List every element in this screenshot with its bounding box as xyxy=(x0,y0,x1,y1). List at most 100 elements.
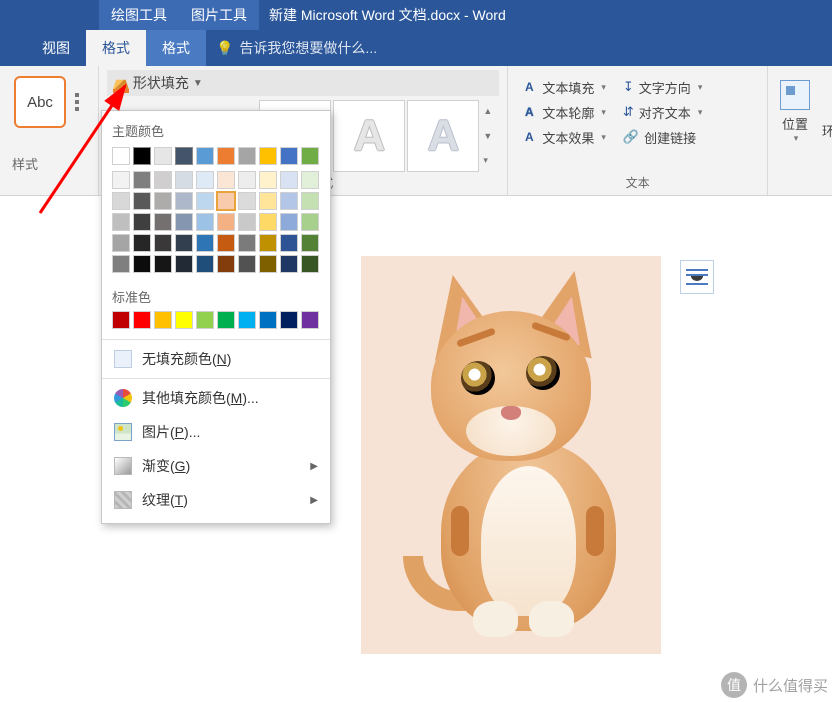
tab-format-drawing[interactable]: 格式 xyxy=(86,30,146,66)
theme-tint-swatch[interactable] xyxy=(217,171,235,189)
standard-colors-header: 标准色 xyxy=(108,279,324,309)
theme-tint-swatch[interactable] xyxy=(238,213,256,231)
theme-tint-swatch[interactable] xyxy=(301,213,319,231)
theme-tint-swatch[interactable] xyxy=(196,255,214,273)
theme-color-swatch[interactable] xyxy=(259,147,277,165)
theme-tint-swatch[interactable] xyxy=(238,234,256,252)
theme-color-swatch[interactable] xyxy=(280,147,298,165)
theme-tint-swatch[interactable] xyxy=(175,234,193,252)
theme-tint-swatch[interactable] xyxy=(280,234,298,252)
standard-color-swatch[interactable] xyxy=(154,311,172,329)
shape-style-thumbnail[interactable]: Abc xyxy=(14,76,66,128)
texture-fill-item[interactable]: 纹理(T) ▶ xyxy=(108,483,324,517)
wordart-gallery-scroll[interactable]: ▲▼▾ xyxy=(481,100,499,172)
create-link-button[interactable]: 🔗创建链接 xyxy=(623,126,702,148)
theme-tint-swatch[interactable] xyxy=(280,192,298,210)
theme-tint-swatch[interactable] xyxy=(175,255,193,273)
theme-tint-swatch[interactable] xyxy=(154,213,172,231)
more-fill-colors-item[interactable]: 其他填充颜色(M)... xyxy=(108,381,324,415)
theme-tint-swatch[interactable] xyxy=(217,213,235,231)
wordart-style-3[interactable]: A xyxy=(407,100,479,172)
standard-color-swatch[interactable] xyxy=(196,311,214,329)
standard-color-swatch[interactable] xyxy=(112,311,130,329)
theme-tint-swatch[interactable] xyxy=(259,171,277,189)
theme-tint-swatch[interactable] xyxy=(154,234,172,252)
theme-tint-swatch[interactable] xyxy=(112,192,130,210)
theme-tint-swatch[interactable] xyxy=(238,255,256,273)
contextual-tab-drawing-tools[interactable]: 绘图工具 xyxy=(99,0,179,30)
theme-tint-swatch[interactable] xyxy=(196,171,214,189)
theme-tint-swatch[interactable] xyxy=(301,171,319,189)
theme-tint-swatch[interactable] xyxy=(217,255,235,273)
theme-tint-swatch[interactable] xyxy=(196,192,214,210)
theme-tint-swatch[interactable] xyxy=(175,192,193,210)
theme-tint-swatch[interactable] xyxy=(259,213,277,231)
theme-tint-swatch[interactable] xyxy=(217,234,235,252)
contextual-tab-picture-tools[interactable]: 图片工具 xyxy=(179,0,259,30)
theme-tint-swatch[interactable] xyxy=(217,192,235,210)
tab-view[interactable]: 视图 xyxy=(26,30,86,66)
text-direction-button[interactable]: ↧文字方向▾ xyxy=(623,76,702,98)
theme-tint-swatch[interactable] xyxy=(133,234,151,252)
theme-color-swatch[interactable] xyxy=(196,147,214,165)
standard-color-swatch[interactable] xyxy=(238,311,256,329)
standard-color-swatch[interactable] xyxy=(175,311,193,329)
theme-color-swatch[interactable] xyxy=(301,147,319,165)
picture-fill-item[interactable]: 图片(P)... xyxy=(108,415,324,449)
theme-color-swatch[interactable] xyxy=(238,147,256,165)
theme-tint-swatch[interactable] xyxy=(301,192,319,210)
theme-tint-swatch[interactable] xyxy=(280,255,298,273)
theme-tint-swatch[interactable] xyxy=(175,171,193,189)
tab-format-picture[interactable]: 格式 xyxy=(146,30,206,66)
text-effects-button[interactable]: A文本效果▾ xyxy=(518,126,609,148)
chevron-down-icon: ▼ xyxy=(193,78,203,89)
group-shape-styles: Abc xyxy=(0,66,99,195)
theme-tint-swatch[interactable] xyxy=(133,171,151,189)
standard-color-swatch[interactable] xyxy=(280,311,298,329)
position-button[interactable]: 位置 ▾ xyxy=(776,70,814,144)
theme-color-swatch[interactable] xyxy=(217,147,235,165)
standard-color-swatch[interactable] xyxy=(217,311,235,329)
theme-tint-swatch[interactable] xyxy=(154,255,172,273)
theme-tint-swatch[interactable] xyxy=(133,255,151,273)
text-fill-button[interactable]: A文本填充▾ xyxy=(518,76,609,98)
no-fill-item[interactable]: 无填充颜色(N) xyxy=(108,342,324,376)
theme-tint-swatch[interactable] xyxy=(196,234,214,252)
theme-tint-swatch[interactable] xyxy=(301,255,319,273)
theme-tint-swatch[interactable] xyxy=(112,255,130,273)
theme-tint-swatch[interactable] xyxy=(259,234,277,252)
align-text-button[interactable]: ⇵对齐文本▾ xyxy=(623,101,702,123)
standard-color-swatch[interactable] xyxy=(259,311,277,329)
theme-tint-swatch[interactable] xyxy=(280,213,298,231)
theme-tint-swatch[interactable] xyxy=(301,234,319,252)
layout-options-button[interactable] xyxy=(680,260,714,294)
standard-color-swatch[interactable] xyxy=(301,311,319,329)
shape-fill-button[interactable]: 形状填充 ▼ xyxy=(107,70,499,96)
standard-color-swatch[interactable] xyxy=(133,311,151,329)
theme-tint-swatch[interactable] xyxy=(133,213,151,231)
theme-tint-swatch[interactable] xyxy=(112,213,130,231)
wordart-style-2[interactable]: A xyxy=(333,100,405,172)
theme-color-swatch[interactable] xyxy=(175,147,193,165)
wrap-text-button-partial[interactable]: 环 xyxy=(822,66,832,195)
text-outline-button[interactable]: A文本轮廓▾ xyxy=(518,101,609,123)
theme-tint-swatch[interactable] xyxy=(238,171,256,189)
theme-tint-swatch[interactable] xyxy=(238,192,256,210)
tell-me-search[interactable]: 💡 告诉我您想要做什么... xyxy=(206,30,387,66)
theme-tint-swatch[interactable] xyxy=(112,234,130,252)
theme-tint-swatch[interactable] xyxy=(196,213,214,231)
theme-tint-swatch[interactable] xyxy=(175,213,193,231)
theme-tint-swatch[interactable] xyxy=(154,171,172,189)
theme-color-swatch[interactable] xyxy=(133,147,151,165)
theme-tint-swatch[interactable] xyxy=(259,255,277,273)
document-image[interactable] xyxy=(361,256,661,654)
theme-tint-swatch[interactable] xyxy=(259,192,277,210)
gradient-fill-item[interactable]: 渐变(G) ▶ xyxy=(108,449,324,483)
theme-color-swatch[interactable] xyxy=(112,147,130,165)
theme-tint-swatch[interactable] xyxy=(280,171,298,189)
theme-tint-swatch[interactable] xyxy=(112,171,130,189)
theme-tint-swatch[interactable] xyxy=(133,192,151,210)
theme-tint-swatch[interactable] xyxy=(154,192,172,210)
gallery-more-icon[interactable] xyxy=(72,76,86,128)
theme-color-swatch[interactable] xyxy=(154,147,172,165)
